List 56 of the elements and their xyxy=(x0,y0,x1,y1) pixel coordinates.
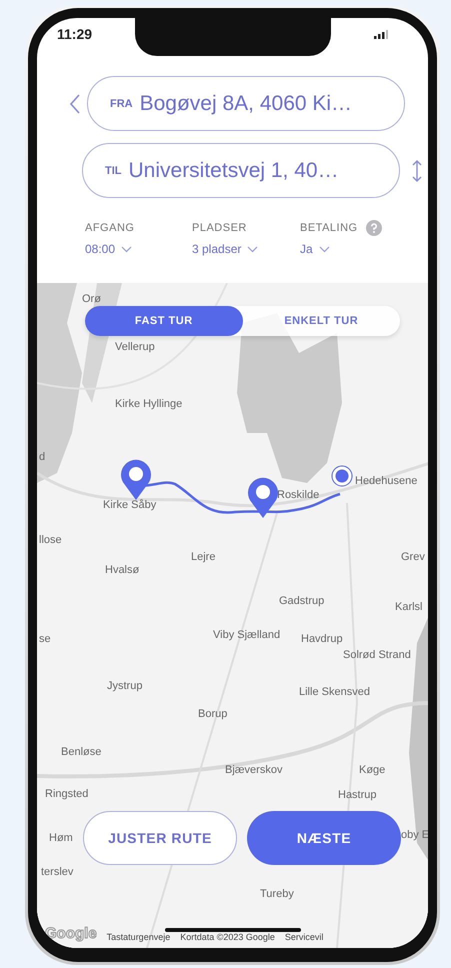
map-place-label: Gadstrup xyxy=(279,595,324,607)
from-field[interactable]: FRA Bogøvej 8A, 4060 Ki… xyxy=(87,76,405,131)
map-place-label: Kirke Hyllinge xyxy=(115,398,182,410)
map-place-label: se xyxy=(39,633,51,645)
option-label: BETALING xyxy=(300,222,358,234)
map-place-label: Hvalsø xyxy=(105,564,140,576)
map-place-label: Havdrup xyxy=(301,633,343,645)
map-place-label: Lille Skensved xyxy=(299,686,370,698)
trip-type-tab[interactable]: ENKELT TUR xyxy=(242,306,400,336)
map-place-label: llose xyxy=(39,534,62,546)
map-place-label: Hedehusene xyxy=(355,475,418,487)
trip-type-tab[interactable]: FAST TUR xyxy=(85,306,242,336)
map-provider-logo: Google xyxy=(45,925,97,942)
map-place-label: Jystrup xyxy=(107,680,142,692)
map-place-label: Hastrup xyxy=(338,789,377,801)
map-pin-icon xyxy=(247,477,279,519)
map-place-label: Køge xyxy=(359,764,386,776)
next-button[interactable]: NÆSTE xyxy=(247,811,401,865)
map-place-label: Borup xyxy=(198,708,228,720)
map-drawing[interactable] xyxy=(37,283,428,948)
option-dropdown[interactable]: 3 pladser xyxy=(192,242,300,256)
adjust-route-button[interactable]: JUSTER RUTE xyxy=(83,811,237,865)
chevron-down-icon xyxy=(318,246,330,252)
option-dropdown[interactable]: 08:00 xyxy=(85,242,192,256)
map-place-label: Tureby xyxy=(260,888,294,900)
map-place-label: terslev xyxy=(41,866,74,878)
map-place-label: Karlsl xyxy=(395,601,423,613)
back-icon[interactable] xyxy=(69,92,81,114)
to-field[interactable]: TIL Universitetsvej 1, 40… xyxy=(82,143,400,198)
option-label: PLADSER xyxy=(192,222,247,234)
map-place-label: Høm xyxy=(49,832,73,844)
map-place-label: d xyxy=(39,451,46,463)
map-place-label: Vellerup xyxy=(115,341,155,353)
swap-icon[interactable] xyxy=(412,158,422,182)
attribution-link[interactable]: Servicevil xyxy=(284,932,324,942)
map-place-label: Orø xyxy=(82,293,101,305)
attribution-link[interactable]: Tastaturgenveje xyxy=(106,932,170,942)
help-icon[interactable] xyxy=(366,220,382,236)
map-place-label: Solrød Strand xyxy=(343,649,411,661)
map-pin-icon xyxy=(120,459,152,501)
option-dropdown[interactable]: Ja xyxy=(300,242,382,256)
map-place-label: Viby Sjælland xyxy=(213,629,280,641)
option-label: AFGANG xyxy=(85,222,134,234)
map-place-label: Ringsted xyxy=(45,788,88,800)
map-place-label: Grev xyxy=(401,551,425,563)
chevron-down-icon xyxy=(121,246,132,252)
attribution-link[interactable]: Kortdata ©2023 Google xyxy=(180,932,275,942)
map-place-label: Benløse xyxy=(61,746,102,758)
map-place-label: Roskilde xyxy=(277,489,320,501)
location-dot-icon xyxy=(331,465,353,487)
map-place-label: Bjæverskov xyxy=(225,764,282,776)
map-place-label: Lejre xyxy=(191,551,216,563)
chevron-down-icon xyxy=(247,246,258,252)
map-place-label: Kirke Såby xyxy=(103,499,156,511)
status-time: 11:29 xyxy=(57,26,92,42)
signal-icon xyxy=(374,30,388,38)
